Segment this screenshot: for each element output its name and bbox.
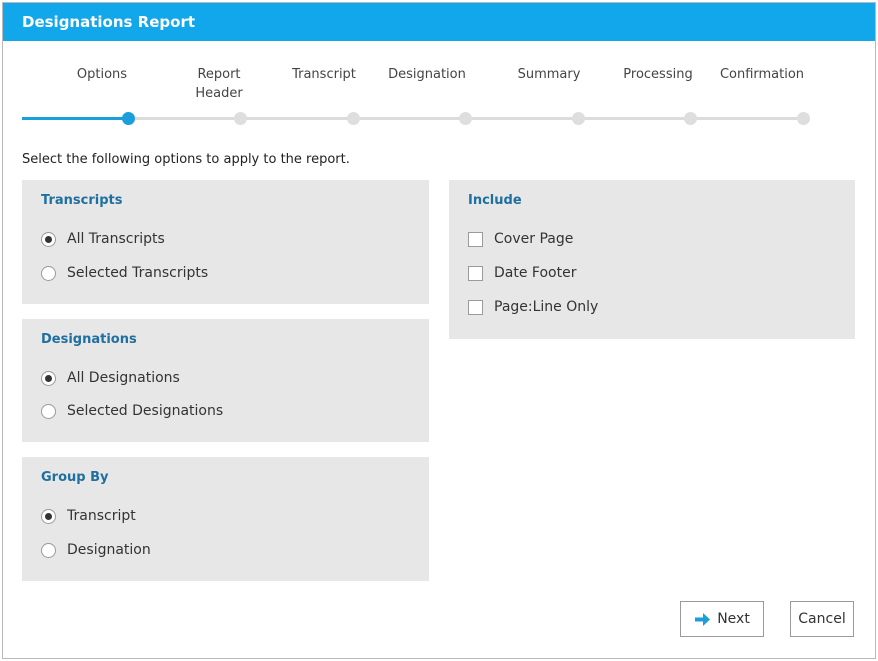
step-processing-label: Processing bbox=[623, 67, 693, 82]
selected-transcripts-label: Selected Transcripts bbox=[67, 265, 209, 281]
group-by-transcript-radio[interactable]: Transcript bbox=[41, 506, 136, 526]
selected-transcripts-radio[interactable]: Selected Transcripts bbox=[41, 263, 208, 283]
group-by-panel: Group By Transcript Designation bbox=[22, 457, 429, 581]
include-panel-title: Include bbox=[468, 193, 522, 208]
all-transcripts-radio[interactable]: All Transcripts bbox=[41, 229, 165, 249]
step-options-label: Options bbox=[76, 67, 128, 82]
page-line-only-checkbox[interactable]: Page:Line Only bbox=[468, 297, 598, 317]
cancel-button[interactable]: Cancel bbox=[790, 601, 854, 637]
designations-panel: Designations All Designations Selected D… bbox=[22, 319, 429, 442]
window-title: Designations Report bbox=[3, 3, 875, 41]
step-transcript-label: Transcript bbox=[292, 67, 356, 82]
step-designation-label: Designation bbox=[388, 67, 466, 82]
cover-page-label: Cover Page bbox=[494, 231, 574, 247]
radio-selected-icon[interactable] bbox=[41, 508, 56, 524]
group-by-designation-label: Designation bbox=[67, 542, 151, 558]
group-by-transcript-label: Transcript bbox=[67, 508, 136, 524]
all-designations-label: All Designations bbox=[67, 370, 180, 386]
step-report-header-text: Report Header bbox=[195, 67, 243, 101]
transcripts-panel-title: Transcripts bbox=[41, 193, 123, 208]
selected-designations-radio[interactable]: Selected Designations bbox=[41, 401, 223, 421]
checkbox-unchecked-icon[interactable] bbox=[468, 299, 483, 315]
designations-panel-title: Designations bbox=[41, 332, 137, 347]
all-designations-radio[interactable]: All Designations bbox=[41, 368, 180, 388]
cover-page-checkbox[interactable]: Cover Page bbox=[468, 229, 573, 249]
instructions-text: Select the following options to apply to… bbox=[22, 152, 350, 167]
all-transcripts-label: All Transcripts bbox=[67, 231, 165, 247]
step-report-header-label: Report Header bbox=[169, 65, 269, 103]
include-panel: Include Cover Page Date Footer Page:Line… bbox=[449, 180, 855, 339]
radio-unselected-icon[interactable] bbox=[41, 403, 56, 419]
step-report-header-dot bbox=[234, 112, 247, 125]
next-button-label: Next bbox=[717, 611, 750, 627]
step-options-dot bbox=[122, 112, 135, 125]
step-transcript-dot bbox=[347, 112, 360, 125]
step-summary-dot bbox=[572, 112, 585, 125]
next-button[interactable]: Next bbox=[680, 601, 764, 637]
radio-selected-icon[interactable] bbox=[41, 231, 56, 247]
designations-report-window: Designations Report Options Report Heade… bbox=[2, 2, 876, 659]
checkbox-unchecked-icon[interactable] bbox=[468, 231, 483, 247]
wizard-progress-completed bbox=[22, 117, 130, 120]
date-footer-label: Date Footer bbox=[494, 265, 577, 281]
transcripts-panel: Transcripts All Transcripts Selected Tra… bbox=[22, 180, 429, 304]
selected-designations-label: Selected Designations bbox=[67, 403, 224, 419]
page-line-only-label: Page:Line Only bbox=[494, 299, 599, 315]
step-designation-dot bbox=[459, 112, 472, 125]
step-summary-label: Summary bbox=[517, 67, 581, 82]
cancel-button-label: Cancel bbox=[798, 611, 846, 627]
group-by-panel-title: Group By bbox=[41, 470, 109, 485]
checkbox-unchecked-icon[interactable] bbox=[468, 265, 483, 281]
group-by-designation-radio[interactable]: Designation bbox=[41, 540, 151, 560]
step-processing-dot bbox=[684, 112, 697, 125]
radio-unselected-icon[interactable] bbox=[41, 542, 56, 558]
step-confirmation-dot bbox=[797, 112, 810, 125]
radio-unselected-icon[interactable] bbox=[41, 265, 56, 281]
arrow-right-icon bbox=[694, 612, 711, 627]
radio-selected-icon[interactable] bbox=[41, 370, 56, 386]
date-footer-checkbox[interactable]: Date Footer bbox=[468, 263, 576, 283]
step-confirmation-label: Confirmation bbox=[719, 67, 805, 82]
